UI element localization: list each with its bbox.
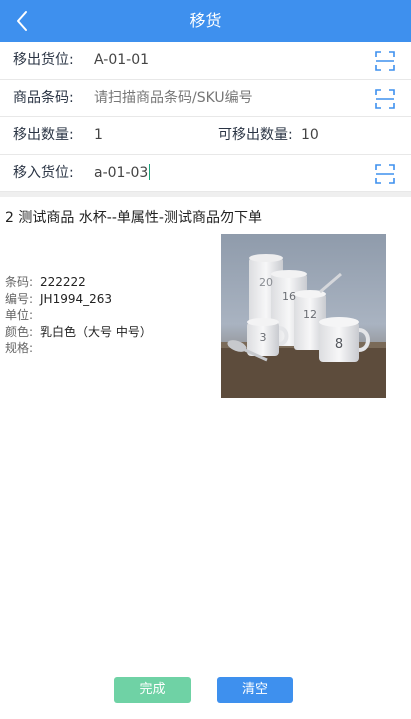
attr-row: 编号: JH1994_263 xyxy=(5,291,152,308)
barcode-row: 商品条码: 请扫描商品条码/SKU编号 xyxy=(0,80,411,117)
barcode-label: 商品条码: xyxy=(13,89,74,106)
scan-icon[interactable] xyxy=(375,88,395,109)
clear-button[interactable]: 清空 xyxy=(217,677,293,703)
to-location-input[interactable]: a-01-03 xyxy=(94,155,151,192)
scan-icon[interactable] xyxy=(375,163,395,184)
product-attributes: 条码: 222222 编号: JH1994_263 单位: 颜色: 乳白色（大号… xyxy=(5,274,152,357)
attr-key: 颜色: xyxy=(5,324,34,339)
quantity-row: 移出数量: 1 可移出数量: 10 xyxy=(0,117,411,155)
attr-value: JH1994_263 xyxy=(40,291,113,306)
attr-row: 规格: xyxy=(5,340,152,357)
done-button[interactable]: 完成 xyxy=(114,677,191,703)
to-location-value: a-01-03 xyxy=(94,164,149,181)
from-location-row: 移出货位: A-01-01 xyxy=(0,42,411,80)
attr-value: 乳白色（大号 中号） xyxy=(40,324,152,339)
page-title: 移货 xyxy=(189,11,222,30)
from-location-label: 移出货位: xyxy=(13,52,74,68)
attr-row: 颜色: 乳白色（大号 中号） xyxy=(5,324,152,341)
attr-row: 条码: 222222 xyxy=(5,274,152,291)
to-location-label: 移入货位: xyxy=(13,164,74,181)
text-caret xyxy=(149,163,151,180)
available-qty-value: 10 xyxy=(301,127,319,143)
scan-icon[interactable] xyxy=(375,51,395,71)
move-qty-label: 移出数量: xyxy=(13,127,74,143)
to-location-row: 移入货位: a-01-03 xyxy=(0,155,411,192)
product-name: 2 测试商品 水杯--单属性-测试商品勿下单 xyxy=(5,210,262,226)
attr-key: 条码: xyxy=(5,275,34,289)
mug-number: 16 xyxy=(282,290,296,303)
move-qty-input[interactable]: 1 xyxy=(94,117,103,154)
section-divider xyxy=(0,192,411,197)
barcode-input[interactable]: 请扫描商品条码/SKU编号 xyxy=(94,80,253,117)
product-image: 20 16 12 3 8 xyxy=(221,234,386,398)
attr-row: 单位: xyxy=(5,307,152,324)
from-location-input[interactable]: A-01-01 xyxy=(94,42,149,79)
attr-key: 单位: xyxy=(5,308,34,322)
move-form: 移出货位: A-01-01 商品条码: 请扫描商品条码/SKU编号 移出数量: … xyxy=(0,42,411,192)
mug-number: 3 xyxy=(260,331,267,344)
mug-number: 12 xyxy=(303,308,317,321)
available-qty-label: 可移出数量: xyxy=(218,127,293,143)
attr-key: 编号: xyxy=(5,291,34,306)
app-header: 移货 xyxy=(0,0,411,42)
mug-number: 20 xyxy=(259,276,273,289)
mug-number: 8 xyxy=(335,337,343,352)
attr-key: 规格: xyxy=(5,341,34,355)
attr-value: 222222 xyxy=(40,275,86,289)
